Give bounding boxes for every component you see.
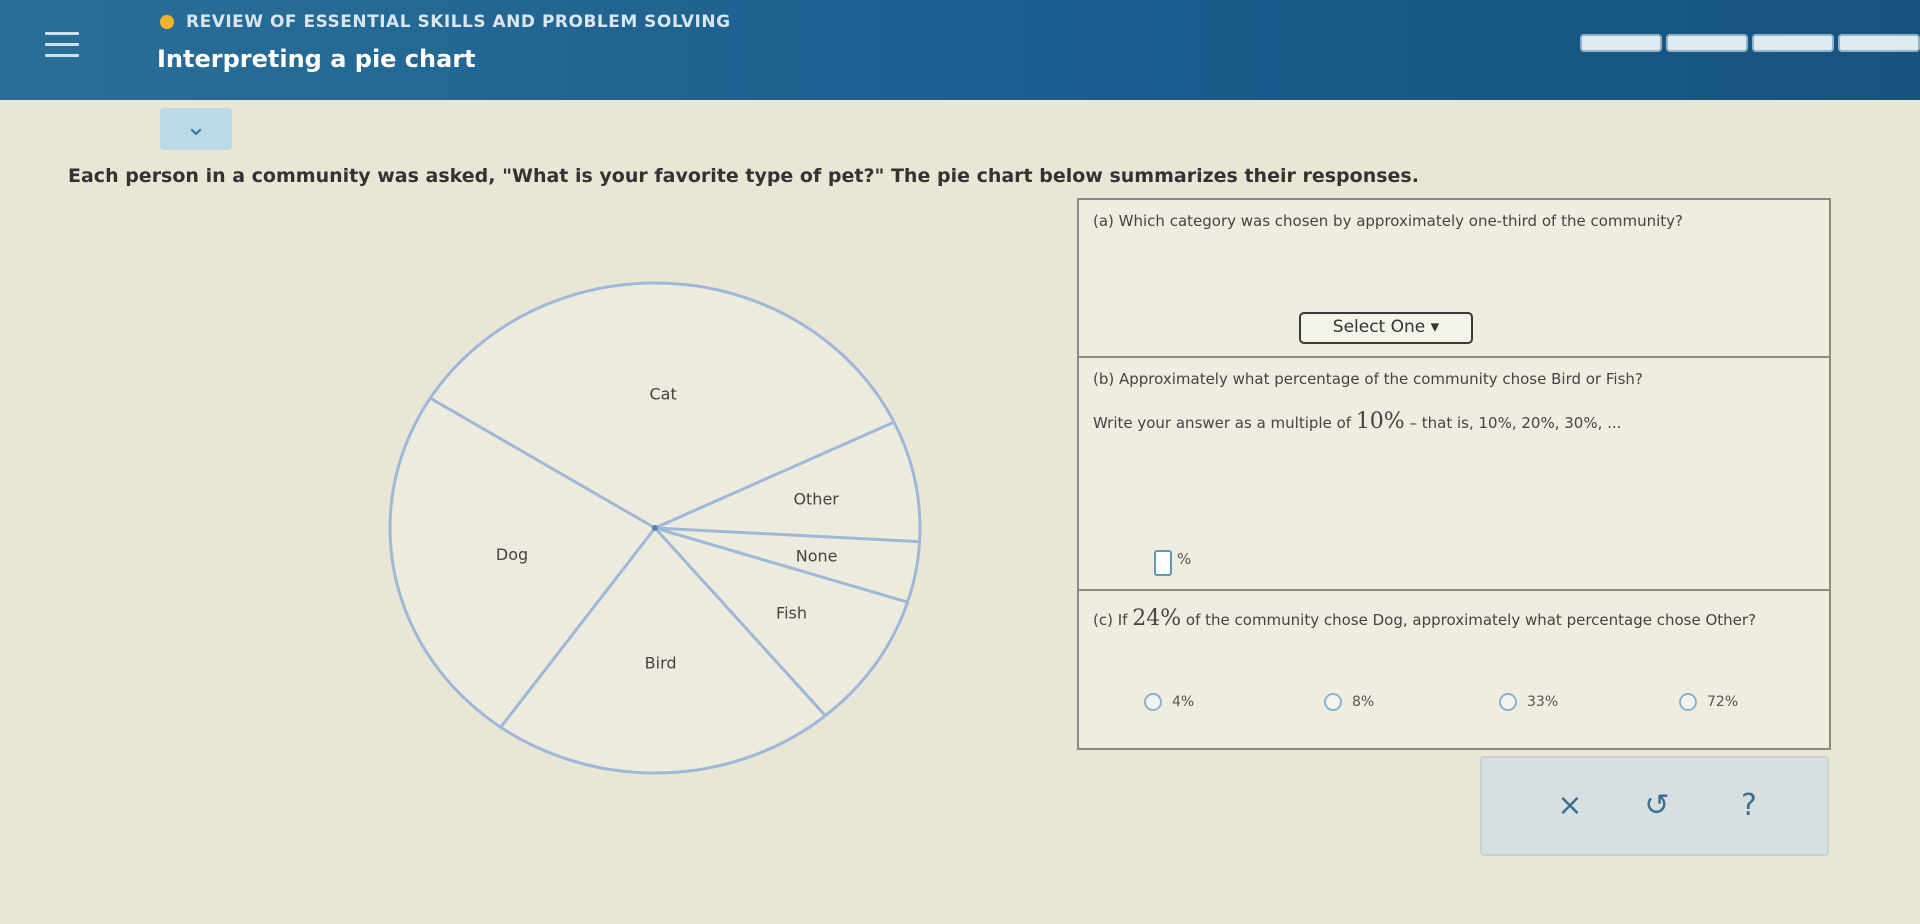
question-b-instruction: Write your answer as a multiple of 10% –… xyxy=(1093,407,1793,438)
instruction-value: 10% xyxy=(1355,409,1405,434)
chevron-down-icon: ▾ xyxy=(1430,317,1440,337)
question-b: (b) Approximately what percentage of the… xyxy=(1079,358,1829,591)
choice-group: 4% 8% 33% 72% xyxy=(1079,693,1829,721)
progress-segment xyxy=(1580,34,1662,52)
instruction-pre: Write your answer as a multiple of xyxy=(1093,414,1352,432)
progress-segment xyxy=(1666,34,1748,52)
section-dot-icon xyxy=(160,15,174,29)
question-c-text: (c) If 24% of the community chose Dog, a… xyxy=(1093,601,1793,638)
choice-33-percent[interactable]: 33% xyxy=(1499,693,1558,711)
pie-chart-svg: Cat Other None Fish Bird Dog xyxy=(388,281,922,775)
question-c-post: of the community chose Dog, approximatel… xyxy=(1185,611,1757,629)
question-b-text: (b) Approximately what percentage of the… xyxy=(1093,370,1643,388)
percent-unit: % xyxy=(1177,550,1192,568)
pie-slice-label: Bird xyxy=(645,654,677,673)
question-a-text: (a) Which category was chosen by approxi… xyxy=(1093,212,1684,230)
pie-chart: Cat Other None Fish Bird Dog xyxy=(380,260,940,800)
section-heading: REVIEW OF ESSENTIAL SKILLS AND PROBLEM S… xyxy=(160,12,731,32)
choice-label: 33% xyxy=(1527,694,1559,710)
radio-icon xyxy=(1499,693,1517,711)
pie-center-point xyxy=(652,525,658,531)
clear-icon[interactable]: × xyxy=(1550,786,1590,826)
pie-slice-label: Cat xyxy=(650,384,677,403)
pie-slice-label: Dog xyxy=(496,545,528,564)
action-panel: × ↺ ? xyxy=(1480,756,1829,856)
progress-segment xyxy=(1838,34,1920,52)
instruction-post: – that is, 10%, 20%, 30%, ... xyxy=(1409,414,1622,432)
question-c-value: 24% xyxy=(1132,606,1182,631)
choice-4-percent[interactable]: 4% xyxy=(1144,693,1194,711)
choice-72-percent[interactable]: 72% xyxy=(1679,693,1738,711)
problem-prompt: Each person in a community was asked, "W… xyxy=(68,165,1419,187)
percentage-input[interactable] xyxy=(1154,550,1172,576)
questions-panel: (a) Which category was chosen by approxi… xyxy=(1077,198,1831,750)
undo-icon[interactable]: ↺ xyxy=(1637,786,1677,826)
header-bar: REVIEW OF ESSENTIAL SKILLS AND PROBLEM S… xyxy=(0,0,1920,100)
expand-chevron-icon[interactable]: ⌄ xyxy=(160,108,232,150)
select-label: Select One xyxy=(1332,317,1426,337)
radio-icon xyxy=(1679,693,1697,711)
progress-segment xyxy=(1752,34,1834,52)
progress-indicator xyxy=(1576,34,1920,52)
choice-8-percent[interactable]: 8% xyxy=(1324,693,1374,711)
page-title: Interpreting a pie chart xyxy=(157,45,476,73)
help-icon[interactable]: ? xyxy=(1729,786,1769,826)
radio-icon xyxy=(1324,693,1342,711)
radio-icon xyxy=(1144,693,1162,711)
question-a: (a) Which category was chosen by approxi… xyxy=(1079,200,1829,358)
choice-label: 72% xyxy=(1707,694,1739,710)
choice-label: 4% xyxy=(1172,694,1195,710)
section-label: REVIEW OF ESSENTIAL SKILLS AND PROBLEM S… xyxy=(186,12,731,32)
choice-label: 8% xyxy=(1352,694,1375,710)
menu-icon[interactable] xyxy=(45,32,79,58)
category-select[interactable]: Select One ▾ xyxy=(1299,312,1473,344)
pie-slice-label: Other xyxy=(793,489,839,508)
question-c: (c) If 24% of the community chose Dog, a… xyxy=(1079,591,1829,748)
question-c-pre: (c) If xyxy=(1093,611,1128,629)
pie-slice-label: Fish xyxy=(776,604,807,623)
pie-slice-label: None xyxy=(796,546,838,565)
